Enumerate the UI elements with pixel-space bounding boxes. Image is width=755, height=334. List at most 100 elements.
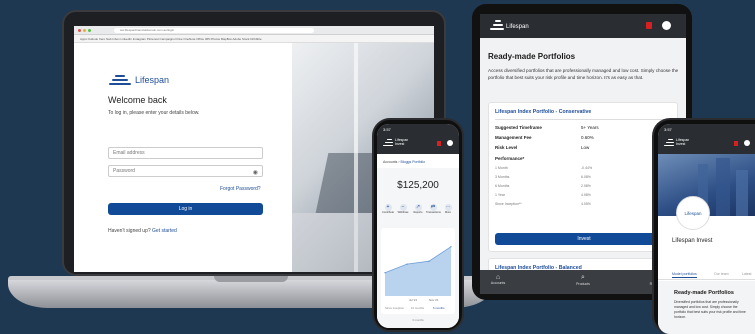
maximize-icon[interactable] (88, 29, 91, 32)
withdraw-action[interactable]: − Withdraw (396, 204, 410, 214)
alert-icon[interactable] (437, 141, 441, 146)
perf-value: -0.44% (581, 166, 593, 170)
action-row: + Contribute − Withdraw ↗ Reports ⇄ Transact… (381, 204, 455, 222)
bookmarks-bar[interactable]: Apps Outlook Xero Nab Inbox LinkedIn Ins… (74, 35, 434, 43)
nav-accounts[interactable]: ⌂ Accounts (488, 274, 508, 285)
action-label: Reports (413, 211, 423, 214)
logo-text: Lifespan Invest (676, 138, 689, 146)
perf-value: 4.98% (581, 193, 591, 197)
minimize-icon[interactable] (83, 29, 86, 32)
phone-screen-left: 3:57 Lifespan Invest Accounts › Bloggs Po… (377, 124, 459, 328)
nav-label: Accounts (490, 281, 506, 285)
profile-icon[interactable] (744, 140, 750, 146)
row-value: Low (581, 145, 590, 150)
search-icon: ⌕ (581, 274, 585, 281)
performance-label: Performance* (495, 156, 525, 161)
phone-header: 3:57 Lifespan Invest (658, 124, 755, 154)
tab-our-team[interactable]: Our team (714, 272, 729, 276)
section-body: Diversified portfolios that are professi… (674, 300, 746, 319)
breadcrumb: Accounts › Bloggs Portfolio (383, 160, 425, 164)
range-3-months[interactable]: 3 months (377, 318, 459, 322)
breadcrumb-current: Bloggs Portfolio (400, 160, 426, 164)
section-title: Ready-made Portfolios (674, 290, 734, 296)
range-6-months[interactable]: 6 months (433, 306, 445, 310)
tablet-header: Lifespan (480, 14, 686, 38)
logo-line2: Invest (676, 142, 686, 146)
profile-icon[interactable] (447, 140, 453, 146)
page-subtitle: To log in, please enter your details bel… (108, 110, 200, 116)
close-icon[interactable] (78, 29, 81, 32)
logo-icon (383, 138, 393, 146)
signup-prompt: Haven't signed up? Get started (108, 228, 177, 234)
page-title: Welcome back (108, 95, 167, 105)
logo-icon (108, 71, 132, 85)
x-tick: Jul '21 (409, 298, 417, 302)
company-badge: Lifespan (676, 196, 710, 230)
tab-bar: Model portfolios Our team Latest (658, 270, 755, 280)
minus-icon: − (399, 204, 407, 211)
profile-icon[interactable] (662, 21, 671, 30)
row-label: Suggested Timeframe (495, 125, 542, 130)
phone-logo: Lifespan Invest (383, 138, 408, 146)
url-bar[interactable]: ww.lifespanfinancialdomain.com.au/login (114, 28, 314, 33)
tab-latest[interactable]: Latest (742, 272, 752, 276)
trend-icon: ↗ (414, 204, 422, 211)
status-time: 3:57 (383, 127, 391, 132)
chart-point (428, 260, 430, 262)
chart-point (406, 263, 408, 265)
alert-icon[interactable] (646, 22, 652, 29)
phone-screen-right: 3:57 Lifespan Invest Lifespan Lifespan In… (658, 124, 755, 334)
logo-icon (664, 138, 674, 146)
tablet-logo-text: Lifespan (506, 24, 529, 30)
password-placeholder: Password (113, 168, 135, 174)
portfolios-intro: Access diversified portfolios that are p… (488, 68, 679, 80)
portfolio-balance: $125,200 (397, 180, 439, 191)
more-action[interactable]: ⋯ More (441, 204, 455, 214)
badge-text: Lifespan (684, 210, 702, 216)
range-12-months[interactable]: 12 months (411, 306, 424, 310)
perf-label: 6 Months (495, 184, 510, 188)
perf-label: 3 Months (495, 175, 510, 179)
action-label: Contribute (382, 211, 394, 214)
contribute-action[interactable]: + Contribute (381, 204, 395, 214)
range-since-inception[interactable]: Since inception (385, 306, 404, 310)
x-tick: Nov '21 (429, 298, 439, 302)
tab-model-portfolios[interactable]: Model portfolios (672, 272, 697, 278)
company-name: Lifespan Invest (672, 238, 713, 244)
portfolio-card-conservative: Lifespan Index Portfolio - Conservative … (488, 102, 678, 252)
eye-icon[interactable]: ◉ (253, 168, 258, 178)
login-panel: Lifespan Welcome back To log in, please … (74, 43, 292, 272)
reports-action[interactable]: ↗ Reports (411, 204, 425, 214)
action-label: Transactions (426, 211, 441, 214)
row-label: Management Fee (495, 135, 532, 140)
forgot-password-link[interactable]: Forgot Password? (220, 186, 261, 192)
chart-point (450, 246, 452, 248)
building (736, 170, 748, 216)
transactions-action[interactable]: ⇄ Transactions (426, 204, 441, 214)
status-time: 3:57 (664, 127, 672, 132)
invest-button[interactable]: Invest (495, 233, 673, 245)
email-field[interactable]: Email address (108, 147, 263, 159)
more-icon: ⋯ (444, 204, 452, 211)
perf-label: 1 Month (495, 166, 508, 170)
perf-value: 6.08% (581, 175, 591, 179)
row-label: Risk Level (495, 145, 518, 150)
logo-text: Lifespan Invest (395, 138, 408, 146)
action-label: More (445, 211, 451, 214)
plus-icon: + (384, 204, 392, 211)
performance-card: Jul '21 Nov '21 Since inception 12 month… (381, 228, 455, 314)
breadcrumb-root[interactable]: Accounts (383, 160, 397, 164)
laptop-notch (214, 276, 288, 282)
get-started-link[interactable]: Get started (152, 228, 177, 234)
swap-icon: ⇄ (429, 204, 437, 211)
divider (495, 119, 673, 120)
action-label: Withdraw (397, 211, 409, 214)
row-value: 5+ Years (581, 125, 599, 130)
login-button[interactable]: Log in (108, 203, 263, 215)
chart-point (384, 272, 386, 274)
phone-logo: Lifespan Invest (664, 138, 689, 146)
nav-products[interactable]: ⌕ Products (570, 274, 596, 286)
alert-icon[interactable] (734, 141, 738, 146)
perf-value: 4.05% (581, 202, 591, 206)
password-field[interactable]: Password ◉ (108, 165, 263, 177)
